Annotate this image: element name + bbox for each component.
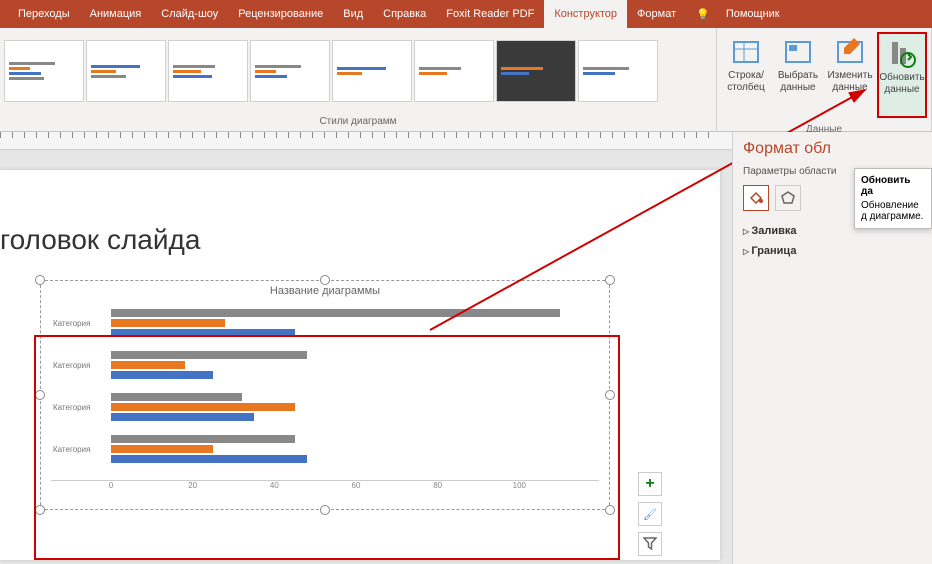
category-label: Категория [53,319,90,328]
chart-style-thumb[interactable] [168,40,248,102]
chart-x-axis: 0 20 40 60 80 100 [111,481,599,495]
bar[interactable] [111,455,307,463]
resize-handle[interactable] [605,390,615,400]
effects-tab-button[interactable] [775,185,801,211]
chart-style-thumb[interactable] [4,40,84,102]
ribbon-tabs: Переходы Анимация Слайд-шоу Рецензирован… [0,0,932,28]
tab-transitions[interactable]: Переходы [8,0,80,28]
tab-foxit[interactable]: Foxit Reader PDF [436,0,544,28]
refresh-data-button[interactable]: Обновить данные [877,32,927,118]
chart-side-buttons: + 🖌 [638,472,662,556]
tab-format[interactable]: Формат [627,0,686,28]
tooltip-title: Обновить да [861,175,925,197]
tab-design[interactable]: Конструктор [544,0,627,28]
chart-filter-button[interactable] [638,532,662,556]
bar[interactable] [111,403,295,411]
pentagon-icon [780,190,796,206]
tab-slideshow[interactable]: Слайд-шоу [151,0,228,28]
workspace: головок слайда Название диаграммы Катего… [0,132,732,564]
chart-style-thumb[interactable] [578,40,658,102]
tab-help[interactable]: Справка [373,0,436,28]
x-tick: 20 [188,481,197,490]
x-tick: 40 [270,481,279,490]
resize-handle[interactable] [605,275,615,285]
plus-icon: + [645,475,654,493]
fill-tab-button[interactable] [743,185,769,211]
edit-data-icon [834,36,866,68]
chart-style-thumb[interactable] [414,40,494,102]
resize-handle[interactable] [35,390,45,400]
refresh-icon [886,38,918,70]
tooltip: Обновить да Обновление д диаграмме. [854,168,932,229]
paint-bucket-icon [748,190,764,206]
x-tick: 60 [352,481,361,490]
bar[interactable] [111,393,242,401]
category-label: Категория [53,403,90,412]
chart-style-thumb[interactable] [332,40,412,102]
bar[interactable] [111,445,213,453]
bar[interactable] [111,413,254,421]
bar[interactable] [111,435,295,443]
table-icon [730,36,762,68]
format-pane-title: Формат обл [743,140,922,158]
chart-plot-area[interactable]: Категория Категория Категория Категория [51,301,599,481]
resize-handle[interactable] [35,275,45,285]
slide-title[interactable]: головок слайда [0,224,200,256]
edit-data-button[interactable]: Изменить данные [825,32,875,118]
category-label: Категория [53,361,90,370]
resize-handle[interactable] [320,505,330,515]
chart-style-thumb[interactable] [496,40,576,102]
x-tick: 80 [433,481,442,490]
bar[interactable] [111,371,213,379]
bar[interactable] [111,351,307,359]
select-data-button[interactable]: Выбрать данные [773,32,823,118]
border-section[interactable]: Граница [743,241,922,261]
chart-elements-button[interactable]: + [638,472,662,496]
bar[interactable] [111,361,185,369]
chart-styles-gallery[interactable] [0,28,716,114]
horizontal-ruler [0,132,732,150]
tell-me[interactable]: Помощник [716,0,790,28]
styles-group-label: Стили диаграмм [0,114,716,131]
x-tick: 100 [513,481,526,490]
tooltip-body: Обновление д диаграмме. [861,200,925,222]
ribbon: Стили диаграмм Строка/ столбец Выбрать д… [0,28,932,132]
tab-view[interactable]: Вид [333,0,373,28]
tab-review[interactable]: Рецензирование [228,0,333,28]
bar[interactable] [111,309,560,317]
resize-handle[interactable] [35,505,45,515]
bulb-icon: 💡 [696,8,710,21]
resize-handle[interactable] [605,505,615,515]
slide-canvas[interactable]: головок слайда Название диаграммы Катего… [0,170,720,560]
resize-handle[interactable] [320,275,330,285]
chart-style-thumb[interactable] [86,40,166,102]
switch-row-col-button[interactable]: Строка/ столбец [721,32,771,118]
x-tick: 0 [109,481,113,490]
chart-style-thumb[interactable] [250,40,330,102]
bar[interactable] [111,329,295,337]
funnel-icon [643,537,657,551]
bar[interactable] [111,319,225,327]
tab-animation[interactable]: Анимация [80,0,152,28]
select-data-icon [782,36,814,68]
chart-object[interactable]: Название диаграммы КатегорияКатегорияКат… [40,280,610,510]
chart-styles-button[interactable]: 🖌 [638,502,662,526]
brush-icon: 🖌 [643,508,657,521]
category-label: Категория [53,445,90,454]
